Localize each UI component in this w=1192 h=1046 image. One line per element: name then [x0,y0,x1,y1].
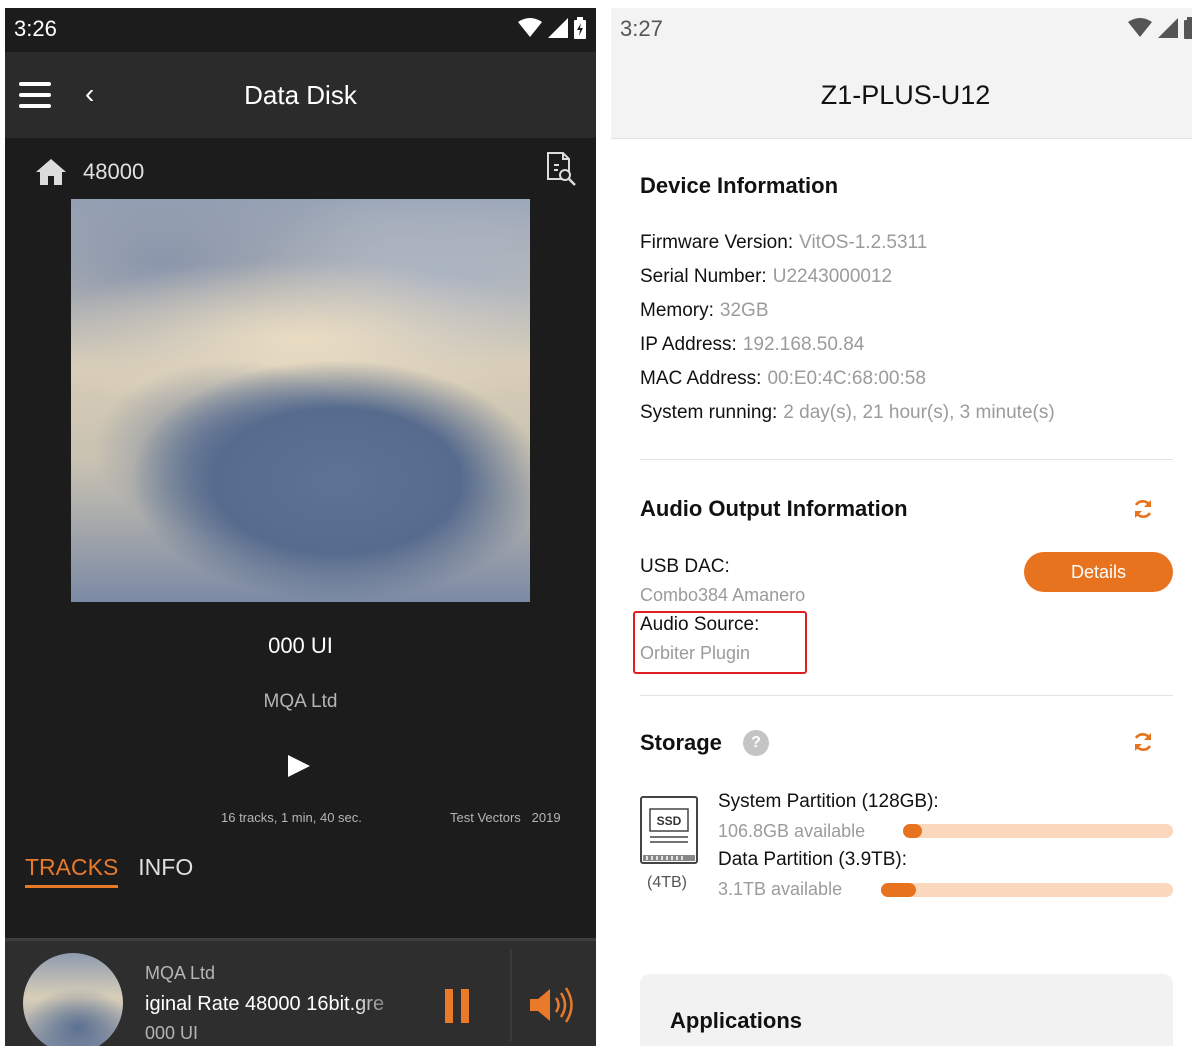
usage-fill [881,883,917,897]
status-bar: 3:27 [611,8,1192,52]
divider [510,949,512,1041]
page-title: Z1-PLUS-U12 [820,80,991,110]
usb-dac-label: USB DAC: [640,556,730,577]
audio-source-value: Orbiter Plugin [640,643,751,663]
now-playing-title: 000 UI [145,1023,199,1043]
right-phone-screen: 3:27 Z1-PLUS-U12 Device Information Firm… [611,8,1192,1046]
storage-heading: Storage [640,730,722,755]
data-partition-available: 3.1TB available [718,879,843,899]
device-info-row: IP Address: 192.168.50.84 [640,334,865,355]
signal-icon [548,18,568,38]
status-time: 3:27 [620,16,663,41]
home-icon[interactable] [35,158,67,186]
artist-name: MQA Ltd [263,691,338,712]
play-icon[interactable] [288,755,310,777]
ssd-drive-icon: SSD [640,796,698,864]
status-time: 3:26 [14,16,57,41]
refresh-icon[interactable] [1131,497,1155,521]
breadcrumb[interactable]: 48000 [35,158,144,186]
now-playing-bar[interactable]: MQA Ltd iginal Rate 48000 16bit.gre 000 … [5,938,596,1046]
system-partition-available: 106.8GB available [718,821,866,841]
now-playing-artist: MQA Ltd [145,963,216,983]
left-phone-screen: 3:26 ‹ Data Disk 48000 000 UI MQA Ltd 16… [5,8,596,1046]
device-info-row: Serial Number: U2243000012 [640,266,893,287]
applications-card[interactable]: Applications [640,974,1173,1046]
usage-fill [903,824,922,838]
device-info-heading: Device Information [640,173,839,198]
audio-source-label: Audio Source: [640,614,760,635]
app-bar: Z1-PLUS-U12 [611,52,1192,139]
app-bar: ‹ Data Disk [5,52,596,138]
tab-tracks[interactable]: TRACKS [25,854,119,888]
divider [640,695,1173,696]
now-playing-cover[interactable] [23,953,123,1046]
tab-bar: TRACKS INFO [25,854,193,888]
data-partition-label: Data Partition (3.9TB): [718,849,908,870]
status-icons [1128,17,1192,39]
device-info-row: MAC Address: 00:E0:4C:68:00:58 [640,368,926,389]
device-info-list: Firmware Version: VitOS-1.2.5311 Serial N… [640,232,1055,436]
album-label-year: Test Vectors 2019 [450,810,561,825]
wifi-icon [518,18,542,37]
data-partition-usage-bar [881,883,1173,897]
tab-info[interactable]: INFO [138,854,193,888]
wifi-icon [1128,18,1152,37]
system-partition-usage-bar [903,824,1173,838]
device-info-row: Firmware Version: VitOS-1.2.5311 [640,232,928,253]
breadcrumb-label: 48000 [83,159,145,184]
pause-icon[interactable] [445,989,471,1023]
battery-icon [1184,17,1192,39]
refresh-icon[interactable] [1131,730,1155,754]
audio-output-heading: Audio Output Information [640,496,908,521]
status-bar: 3:26 [5,8,596,52]
battery-icon [574,17,586,39]
details-button[interactable]: Details [1024,552,1173,592]
album-cover-image [71,199,530,602]
album-track-summary: 16 tracks, 1 min, 40 sec. [221,810,362,825]
usb-dac-value: Combo384 Amanero [640,585,806,605]
ssd-capacity: (4TB) [647,874,687,891]
status-icons [518,17,586,39]
applications-heading: Applications [670,1008,803,1033]
signal-icon [1158,18,1178,38]
ssd-label: SSD [657,814,682,828]
track-title: 000 UI [268,633,333,658]
device-info-row: System running: 2 day(s), 21 hour(s), 3 m… [640,402,1055,423]
system-partition-label: System Partition (128GB): [718,791,939,812]
document-search-icon[interactable] [545,151,579,187]
volume-icon[interactable] [528,985,578,1025]
page-title: Data Disk [244,80,357,110]
divider [640,459,1173,460]
device-info-row: Memory: 32GB [640,300,769,321]
text-fade [351,989,405,1019]
help-icon[interactable]: ? [743,730,769,756]
